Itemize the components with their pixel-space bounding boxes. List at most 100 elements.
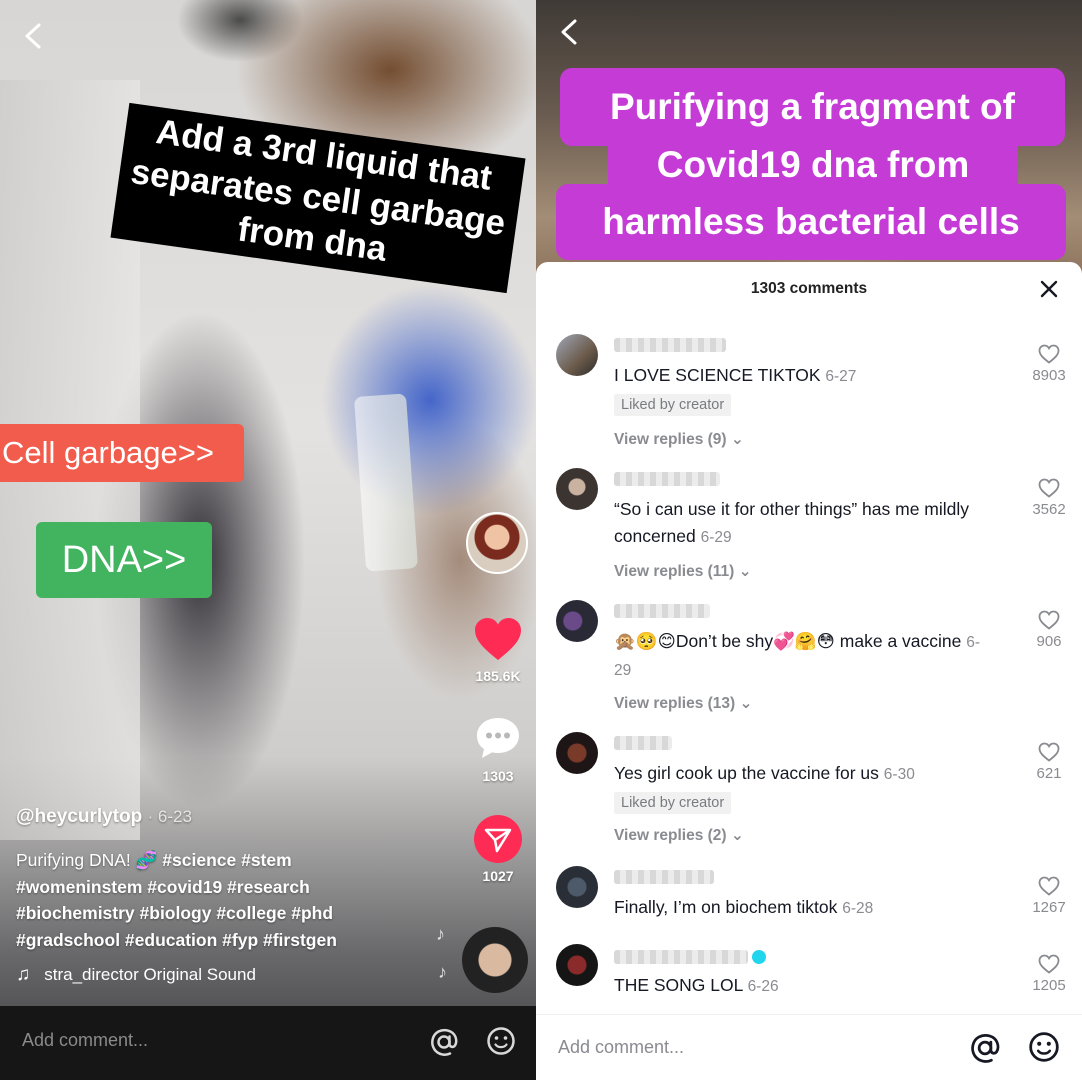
hashtag-line[interactable]: #gradschool #education #fyp #firstgen	[16, 930, 337, 950]
verified-badge-icon	[752, 950, 766, 964]
heart-outline-icon[interactable]	[1038, 742, 1060, 762]
comment-body: I LOVE SCIENCE TIKTOK	[614, 365, 821, 385]
comment-date: 6-30	[883, 766, 915, 783]
heart-outline-icon[interactable]	[1038, 344, 1060, 364]
comment-item: 🙊🥺😊Don’t be shy💞🤗😳 make a vaccine 6-29 V…	[536, 600, 1082, 722]
heart-outline-icon[interactable]	[1038, 954, 1060, 974]
commenter-avatar[interactable]	[556, 334, 598, 376]
view-replies-link[interactable]: View replies (9) ⌄	[614, 430, 744, 449]
comment-body: THE SONG LOL	[614, 975, 743, 995]
comment-text: “So i can use it for other things” has m…	[614, 496, 1024, 551]
comment-body: “So i can use it for other things” has m…	[614, 499, 970, 546]
hashtag-line[interactable]: #science #stem	[157, 850, 291, 870]
commenter-avatar[interactable]	[556, 866, 598, 908]
sound-name[interactable]: stra_director Original Sound	[44, 965, 280, 985]
mention-icon[interactable]	[968, 1031, 1002, 1065]
comment-like-count: 8903	[1032, 367, 1066, 384]
comment-bar: Add comment...	[0, 1006, 536, 1080]
heart-outline-icon[interactable]	[1038, 478, 1060, 498]
commenter-avatar[interactable]	[556, 468, 598, 510]
comment-text: Finally, I’m on biochem tiktok 6-28	[614, 894, 1024, 922]
comment-like[interactable]: 621	[1026, 742, 1072, 782]
view-replies-link[interactable]: View replies (2) ⌄	[614, 826, 744, 845]
share-icon[interactable]	[474, 815, 522, 863]
comment-bubble-icon[interactable]	[474, 715, 522, 761]
view-replies-label[interactable]: View replies (13)	[614, 695, 735, 712]
post-description: Purifying DNA! 🧬 #science #stem #womenin…	[16, 847, 396, 953]
hashtag-line[interactable]: #biochemistry #biology #college #phd	[16, 903, 333, 923]
post-author[interactable]: @heycurlytop · 6-23	[16, 806, 192, 828]
view-replies-link[interactable]: View replies (11) ⌄	[614, 562, 752, 581]
comments-sheet: 1303 comments I LOVE SCIENCE TIKTOK 6-27…	[536, 262, 1082, 1080]
comment-count: 1303	[482, 768, 514, 784]
chevron-down-icon: ⌄	[726, 827, 744, 844]
commenter-name-blurred[interactable]	[614, 870, 714, 884]
music-note-icon: ♪	[436, 924, 445, 944]
post-description-text: Purifying DNA! 🧬	[16, 850, 158, 870]
view-replies-label[interactable]: View replies (11)	[614, 563, 734, 580]
comment-date: 6-26	[747, 978, 779, 995]
video-view: Add a 3rd liquid that separates cell gar…	[0, 0, 536, 1080]
liked-by-creator-badge: Liked by creator	[614, 792, 732, 814]
like-count: 185.6K	[475, 668, 521, 684]
commenter-avatar[interactable]	[556, 944, 598, 986]
comment-item: “So i can use it for other things” has m…	[536, 468, 1082, 590]
emoji-icon[interactable]	[1028, 1031, 1060, 1063]
caption-purple-line: harmless bacterial cells	[556, 184, 1066, 260]
commenter-name-blurred[interactable]	[614, 338, 726, 352]
comment-like-count: 1267	[1032, 899, 1066, 916]
screenshot-root: Add a 3rd liquid that separates cell gar…	[0, 0, 1082, 1080]
commenter-avatar[interactable]	[556, 732, 598, 774]
view-replies-link[interactable]: View replies (13) ⌄	[614, 694, 753, 713]
post-username[interactable]: @heycurlytop	[16, 806, 142, 827]
music-note-icon: ♫	[16, 964, 31, 985]
music-disc-icon[interactable]	[462, 927, 528, 993]
comments-view: Purifying a fragment of Covid19 dna from…	[536, 0, 1082, 1080]
back-arrow-icon[interactable]	[22, 22, 44, 50]
music-note-icon: ♪	[438, 962, 447, 982]
commenter-name-blurred[interactable]	[614, 950, 748, 964]
liked-by-creator-badge: Liked by creator	[614, 394, 732, 416]
heart-outline-icon[interactable]	[1038, 876, 1060, 896]
comment-like-count: 1205	[1032, 977, 1066, 994]
comment-date: 6-28	[842, 900, 874, 917]
sound-row[interactable]: ♫ stra_director Original Sound	[16, 964, 280, 986]
comment-date: 6-27	[825, 368, 857, 385]
commenter-name-blurred[interactable]	[614, 472, 720, 486]
back-arrow-icon[interactable]	[558, 18, 580, 46]
close-icon[interactable]	[1040, 280, 1058, 298]
share-count: 1027	[482, 868, 514, 884]
comment-like[interactable]: 1205	[1026, 954, 1072, 994]
view-replies-label[interactable]: View replies (9)	[614, 431, 727, 448]
comment-input[interactable]: Add comment...	[22, 1030, 148, 1051]
emoji-icon[interactable]	[486, 1026, 516, 1056]
comment-input[interactable]: Add comment...	[558, 1037, 684, 1058]
heart-outline-icon[interactable]	[1038, 610, 1060, 630]
comment-text: I LOVE SCIENCE TIKTOK 6-27	[614, 362, 1024, 390]
comment-like[interactable]: 8903	[1026, 344, 1072, 384]
mention-icon[interactable]	[428, 1026, 460, 1058]
like-heart-icon[interactable]	[473, 616, 523, 662]
comment-like[interactable]: 3562	[1026, 478, 1072, 518]
caption-orange: Cell garbage>>	[0, 424, 244, 482]
commenter-name-blurred[interactable]	[614, 736, 672, 750]
hashtag-line[interactable]: #womeninstem #covid19 #research	[16, 877, 310, 897]
comment-text: THE SONG LOL 6-26	[614, 972, 1024, 1000]
commenter-name-blurred[interactable]	[614, 604, 710, 618]
creator-avatar[interactable]	[466, 512, 528, 574]
comment-text: Yes girl cook up the vaccine for us 6-30	[614, 760, 1024, 788]
comment-bar: Add comment...	[536, 1014, 1082, 1080]
comment-like[interactable]: 1267	[1026, 876, 1072, 916]
comment-item: THE SONG LOL 6-26 1205	[536, 944, 1082, 1014]
comment-body: Yes girl cook up the vaccine for us	[614, 763, 879, 783]
comment-like-count: 621	[1036, 765, 1062, 782]
comment-body: 🙊🥺😊Don’t be shy💞🤗😳 make a vaccine	[614, 631, 962, 651]
comment-text: 🙊🥺😊Don’t be shy💞🤗😳 make a vaccine 6-29	[614, 628, 984, 684]
commenter-avatar[interactable]	[556, 600, 598, 642]
comment-like[interactable]: 906	[1026, 610, 1072, 650]
view-replies-label[interactable]: View replies (2)	[614, 827, 727, 844]
chevron-down-icon: ⌄	[726, 431, 744, 448]
comment-item: I LOVE SCIENCE TIKTOK 6-27 Liked by crea…	[536, 334, 1082, 464]
comment-item: Finally, I’m on biochem tiktok 6-28 1267	[536, 866, 1082, 936]
comment-date: 6-29	[700, 529, 732, 546]
